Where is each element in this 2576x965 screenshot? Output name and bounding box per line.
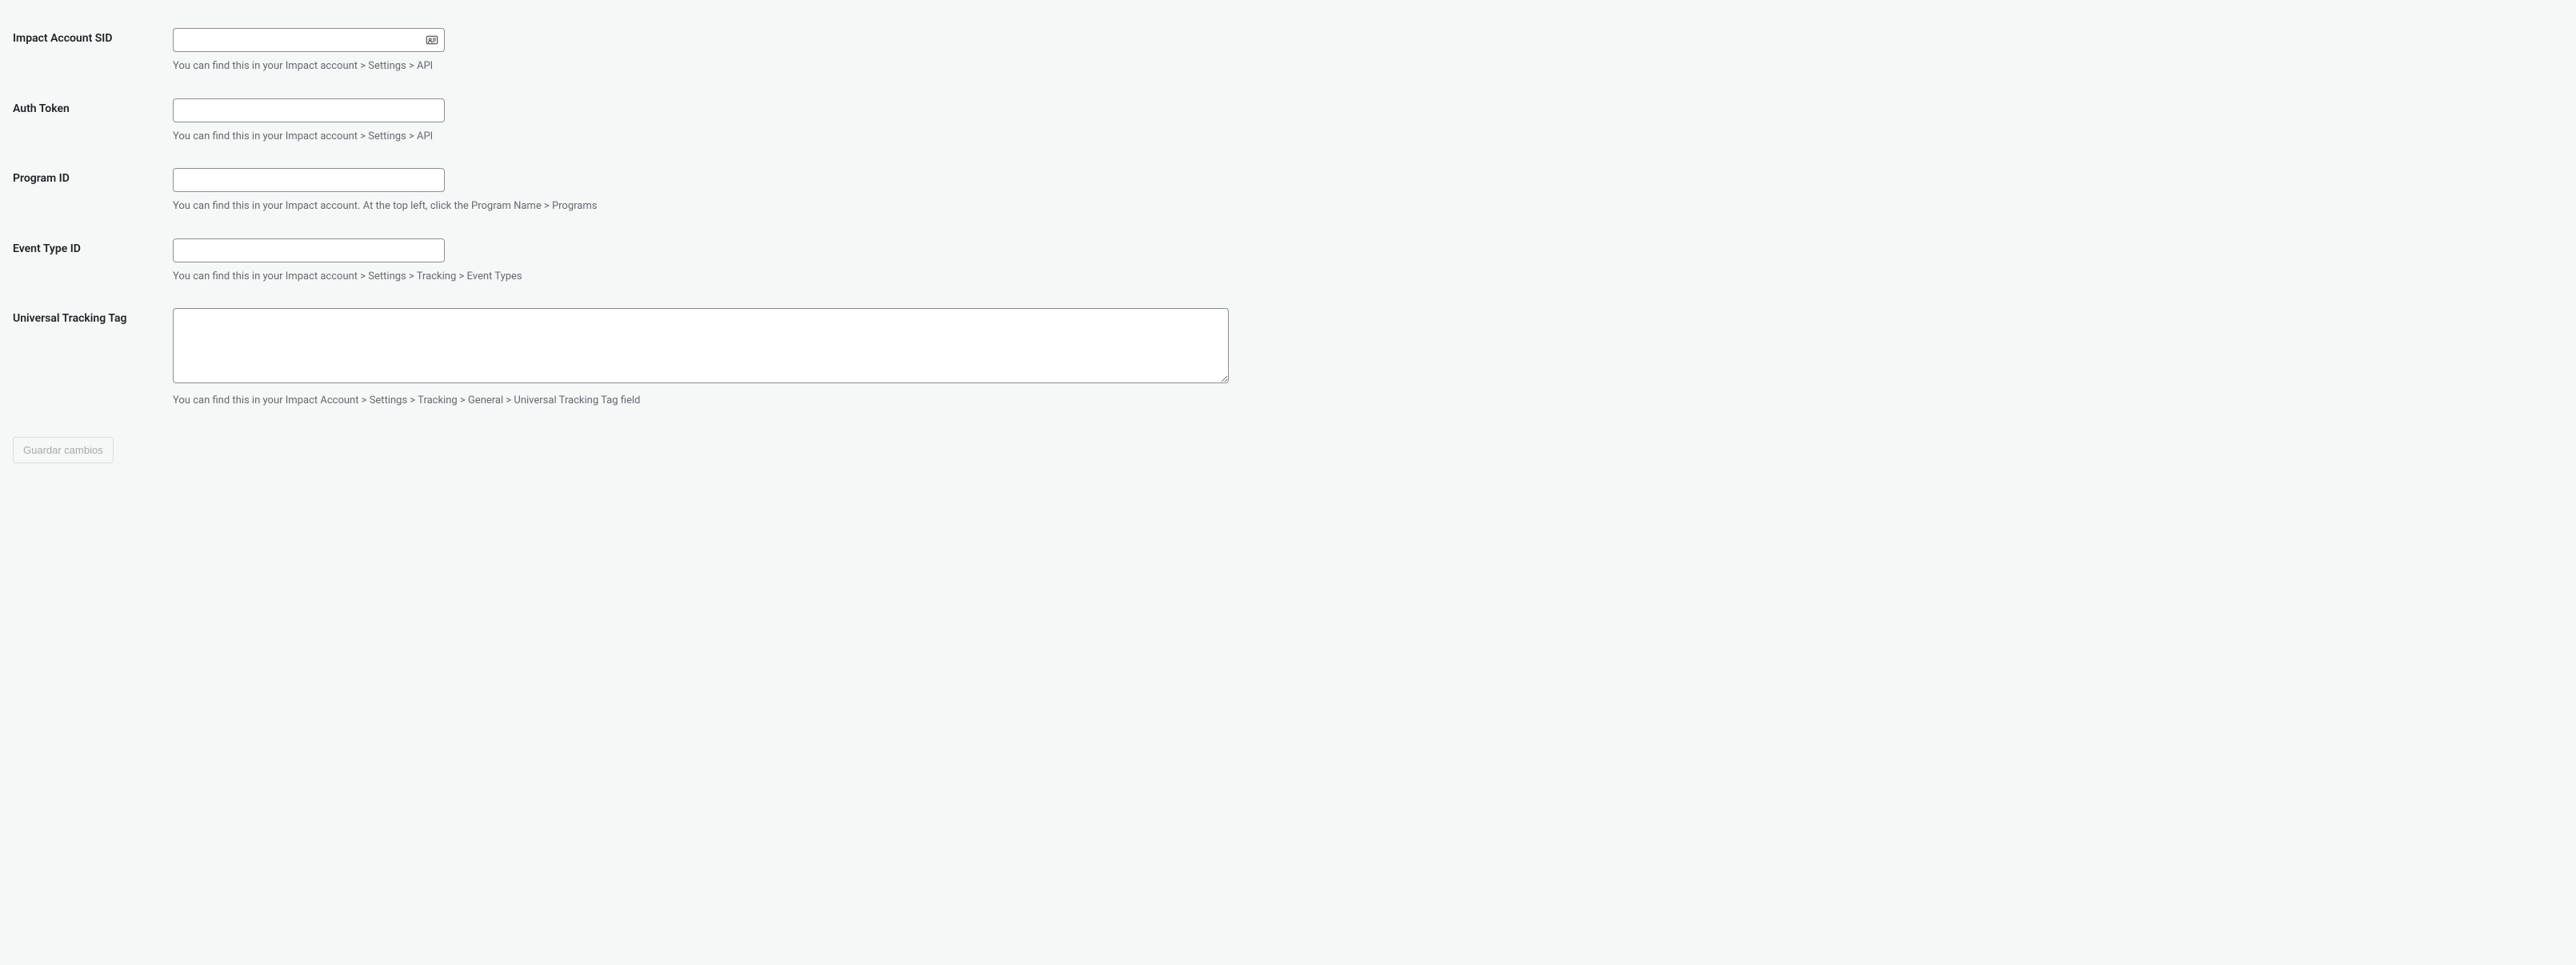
universal-tracking-tag-label: Universal Tracking Tag xyxy=(13,312,126,325)
account-sid-description: You can find this in your Impact account… xyxy=(173,58,2555,74)
row-program-id: Program ID You can find this in your Imp… xyxy=(13,156,2563,226)
account-sid-input[interactable] xyxy=(173,28,445,52)
program-id-label: Program ID xyxy=(13,172,70,185)
row-event-type-id: Event Type ID You can find this in your … xyxy=(13,226,2563,297)
row-universal-tracking-tag: Universal Tracking Tag You can find this… xyxy=(13,296,2563,421)
settings-form-table: Impact Account SID xyxy=(13,16,2563,421)
auth-token-input[interactable] xyxy=(173,98,445,122)
auth-token-description: You can find this in your Impact account… xyxy=(173,129,2555,145)
universal-tracking-tag-textarea[interactable] xyxy=(173,308,1229,383)
program-id-input[interactable] xyxy=(173,168,445,192)
save-changes-button[interactable]: Guardar cambios xyxy=(13,437,114,464)
event-type-id-description: You can find this in your Impact account… xyxy=(173,269,2555,285)
event-type-id-label: Event Type ID xyxy=(13,242,81,255)
universal-tracking-tag-description: You can find this in your Impact Account… xyxy=(173,393,2555,409)
submit-row: Guardar cambios xyxy=(13,437,2563,464)
row-account-sid: Impact Account SID xyxy=(13,16,2563,86)
auth-token-label: Auth Token xyxy=(13,102,70,115)
account-sid-label: Impact Account SID xyxy=(13,32,112,45)
event-type-id-input[interactable] xyxy=(173,238,445,262)
program-id-description: You can find this in your Impact account… xyxy=(173,198,2555,214)
row-auth-token: Auth Token You can find this in your Imp… xyxy=(13,86,2563,157)
account-sid-input-wrapper xyxy=(173,28,445,52)
